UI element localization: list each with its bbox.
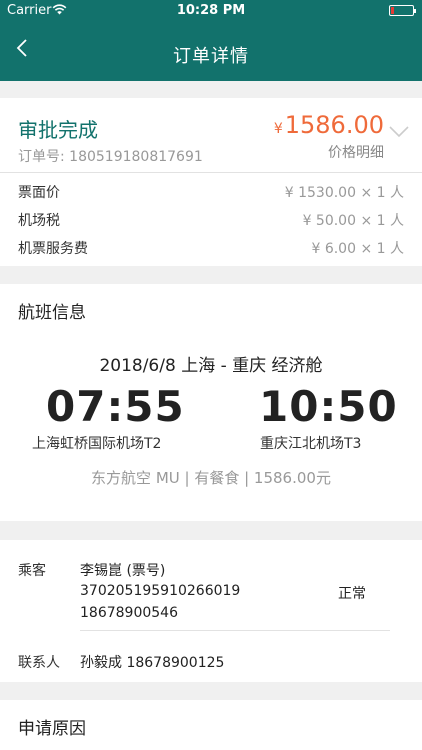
order-number-label: 订单号: [18,149,65,165]
price-detail-link[interactable]: 价格明细 [328,142,384,162]
depart-airport: 上海虹桥国际机场T2 [32,436,162,452]
fee-value: ¥ 1530.00 × 1 人 [284,185,404,201]
status-bar: Carrier 10:28 PM [0,0,422,22]
passenger-name: 李锡崑 (票号) [80,563,166,579]
divider [0,172,422,173]
fee-label: 票面价 [18,185,60,201]
flight-detail: 东方航空 MU | 有餐食 | 1586.00元 [91,469,331,487]
passenger-label: 乘客 [18,563,46,579]
order-number: 订单号: 180519180817691 [18,146,203,166]
contact-value: 孙毅成 18678900125 [80,655,225,671]
fee-value: ¥ 6.00 × 1 人 [311,241,404,257]
depart-time: 07:55 [46,382,185,431]
reason-section-title: 申请原因 [18,719,86,739]
flight-section-title: 航班信息 [18,303,86,323]
order-number-value: 180519180817691 [69,149,203,165]
arrive-time: 10:50 [259,382,398,431]
order-status: 审批完成 [18,118,98,142]
battery-icon [389,5,416,16]
ticket-status: 正常 [338,586,366,602]
chevron-down-icon[interactable] [388,124,410,140]
passenger-phone: 18678900546 [80,605,178,621]
status-time: 10:28 PM [176,3,246,18]
arrive-airport: 重庆江北机场T3 [260,436,362,452]
price-currency: ¥ [273,121,283,137]
page-title: 订单详情 [173,46,249,67]
passenger-id: 370205195910266019 [80,583,241,599]
total-price: ¥1586.00 [274,111,384,139]
divider [80,630,390,631]
price-amount: 1586.00 [284,111,384,139]
fee-label: 机票服务费 [18,241,88,257]
top-bar: Carrier 10:28 PM 订单详情 [0,0,422,81]
flight-route: 2018/6/8 上海 - 重庆 经济舱 [99,356,323,376]
contact-label: 联系人 [18,655,60,671]
fee-value: ¥ 50.00 × 1 人 [302,213,404,229]
fee-label: 机场税 [18,213,60,229]
